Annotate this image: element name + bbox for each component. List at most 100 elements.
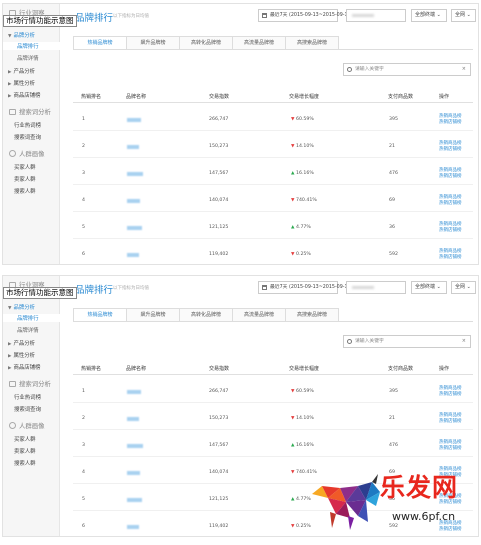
- search-doc-icon: [9, 381, 16, 387]
- sidebar-item-buyer[interactable]: 买家人群: [3, 435, 60, 443]
- tab-traffic-brands[interactable]: 高流量品牌榜: [232, 308, 286, 322]
- index-cell: 140,074: [209, 198, 229, 203]
- sidebar-item-brand-rank[interactable]: 品牌排行: [3, 42, 60, 50]
- items-cell: 395: [389, 389, 398, 394]
- search-input[interactable]: 请输入关键字 ×: [343, 63, 471, 76]
- date-range-picker[interactable]: 最近7天 (2015-09-13~2015-09-19): [258, 281, 352, 294]
- col-header-items[interactable]: 支付商品数: [388, 93, 413, 100]
- sidebar-item-brand-detail[interactable]: 品牌详情: [3, 326, 60, 334]
- col-header-items[interactable]: 支付商品数: [388, 365, 413, 372]
- category-selector[interactable]: [346, 9, 406, 22]
- hot-stores-link[interactable]: 热销店铺榜: [439, 201, 462, 207]
- date-range-picker[interactable]: 最近7天 (2015-09-13~2015-09-19): [258, 9, 352, 22]
- hot-stores-link[interactable]: 热销店铺榜: [439, 392, 462, 398]
- brand-name-blurred[interactable]: [127, 498, 142, 502]
- clear-icon[interactable]: ×: [462, 336, 466, 347]
- hot-stores-link[interactable]: 热销店铺榜: [439, 228, 462, 234]
- triangle-down-icon: ▼: [291, 389, 295, 394]
- col-header-brand: 品牌名称: [126, 366, 147, 372]
- brand-name-blurred[interactable]: [127, 444, 143, 448]
- terminal-select[interactable]: 全部终端 ⌄: [411, 9, 447, 22]
- hot-stores-link[interactable]: 热销店铺榜: [439, 255, 462, 261]
- growth-cell: ▲ 16.16%: [291, 443, 314, 448]
- brand-name-blurred[interactable]: [127, 417, 139, 421]
- index-cell: 266,747: [209, 389, 229, 394]
- sidebar-item-seller[interactable]: 卖家人群: [3, 175, 60, 183]
- growth-cell: ▼ 14.10%: [291, 144, 314, 149]
- sidebar-group-product[interactable]: ▶ 产品分析: [3, 67, 60, 75]
- items-cell: 476: [389, 443, 398, 448]
- sidebar-item-searcher[interactable]: 搜索人群: [3, 459, 60, 467]
- category-selector[interactable]: [346, 281, 406, 294]
- tab-traffic-brands[interactable]: 高流量品牌榜: [232, 36, 286, 50]
- col-header-growth[interactable]: 交易增长幅度: [289, 365, 319, 372]
- page-subtitle: 以下指标为日均值: [113, 14, 149, 19]
- platform-select[interactable]: 全网 ⌄: [451, 9, 476, 22]
- rank-cell: 4: [82, 470, 85, 475]
- sidebar-item-hot-words[interactable]: 行业热词榜: [3, 393, 60, 401]
- clear-icon[interactable]: ×: [462, 64, 466, 75]
- tab-rising-brands[interactable]: 飙升品牌榜: [126, 36, 180, 50]
- sidebar-group-product[interactable]: ▶ 产品分析: [3, 339, 60, 347]
- search-input[interactable]: 请输入关键字 ×: [343, 335, 471, 348]
- col-header-index[interactable]: 交易指数: [209, 93, 229, 100]
- sidebar-item-search-query[interactable]: 搜索词查询: [3, 405, 60, 413]
- sidebar-group-attr[interactable]: ▶ 属性分析: [3, 351, 60, 359]
- col-header-growth[interactable]: 交易增长幅度: [289, 93, 319, 100]
- tab-hot-brands[interactable]: 热销品牌榜: [73, 308, 127, 322]
- brand-name-blurred[interactable]: [127, 525, 139, 529]
- hot-stores-link[interactable]: 热销店铺榜: [439, 446, 462, 452]
- sidebar-group-brand[interactable]: ▼ 品牌分析: [3, 31, 60, 39]
- tab-search-brands[interactable]: 高搜索品牌榜: [285, 36, 339, 50]
- triangle-up-icon: ▲: [291, 443, 295, 448]
- brand-name-blurred[interactable]: [127, 118, 141, 122]
- terminal-select[interactable]: 全部终端 ⌄: [411, 281, 447, 294]
- tab-conversion-brands[interactable]: 高转化品牌榜: [179, 308, 233, 322]
- sidebar-item-buyer[interactable]: 买家人群: [3, 163, 60, 171]
- chevron-down-icon: ⌄: [436, 12, 441, 18]
- triangle-down-icon: ▼: [291, 198, 295, 203]
- sidebar-item-seller[interactable]: 卖家人群: [3, 447, 60, 455]
- triangle-right-icon: ▶: [8, 94, 12, 99]
- overlay-label: 市场行情功能示意图: [3, 287, 77, 299]
- platform-select[interactable]: 全网 ⌄: [451, 281, 476, 294]
- tab-rising-brands[interactable]: 飙升品牌榜: [126, 308, 180, 322]
- brand-name-blurred[interactable]: [127, 199, 140, 203]
- brand-name-blurred[interactable]: [127, 390, 141, 394]
- sidebar-item-brand-detail[interactable]: 品牌详情: [3, 54, 60, 62]
- hot-stores-link[interactable]: 热销店铺榜: [439, 120, 462, 126]
- triangle-down-icon: ▼: [291, 252, 295, 257]
- hot-stores-link[interactable]: 热销店铺榜: [439, 147, 462, 153]
- rank-cell: 1: [82, 389, 85, 394]
- sidebar-group-attr[interactable]: ▶ 属性分析: [3, 79, 60, 87]
- hot-stores-link[interactable]: 热销店铺榜: [439, 419, 462, 425]
- sidebar-group-brand[interactable]: ▼ 品牌分析: [3, 303, 60, 311]
- brand-name-blurred[interactable]: [127, 471, 140, 475]
- brand-name-blurred[interactable]: [127, 253, 139, 257]
- brand-name-blurred[interactable]: [127, 172, 143, 176]
- growth-cell: ▲ 4.77%: [291, 497, 311, 502]
- col-header-rank[interactable]: 热销排名: [81, 93, 101, 100]
- col-header-ops: 操作: [439, 366, 450, 372]
- sidebar-item-brand-rank[interactable]: 品牌排行: [3, 314, 60, 322]
- hot-stores-link[interactable]: 热销店铺榜: [439, 174, 462, 180]
- sidebar-group-store[interactable]: ▶ 商品店铺榜: [3, 91, 60, 99]
- tab-search-brands[interactable]: 高搜索品牌榜: [285, 308, 339, 322]
- triangle-down-icon: ▼: [8, 306, 12, 311]
- col-header-rank[interactable]: 热销排名: [81, 365, 101, 372]
- calendar-icon: [262, 285, 267, 290]
- col-header-index[interactable]: 交易指数: [209, 365, 229, 372]
- sidebar-item-hot-words[interactable]: 行业热词榜: [3, 121, 60, 129]
- sidebar-group-store[interactable]: ▶ 商品店铺榜: [3, 363, 60, 371]
- brand-name-blurred[interactable]: [127, 226, 142, 230]
- index-cell: 140,074: [209, 470, 229, 475]
- tab-conversion-brands[interactable]: 高转化品牌榜: [179, 36, 233, 50]
- rank-cell: 6: [82, 252, 85, 257]
- brand-name-blurred[interactable]: [127, 145, 139, 149]
- index-cell: 119,402: [209, 252, 229, 257]
- triangle-up-icon: ▲: [291, 225, 295, 230]
- sidebar-item-search-query[interactable]: 搜索词查询: [3, 133, 60, 141]
- sidebar-item-searcher[interactable]: 搜索人群: [3, 187, 60, 195]
- index-cell: 150,273: [209, 144, 229, 149]
- tab-hot-brands[interactable]: 热销品牌榜: [73, 36, 127, 50]
